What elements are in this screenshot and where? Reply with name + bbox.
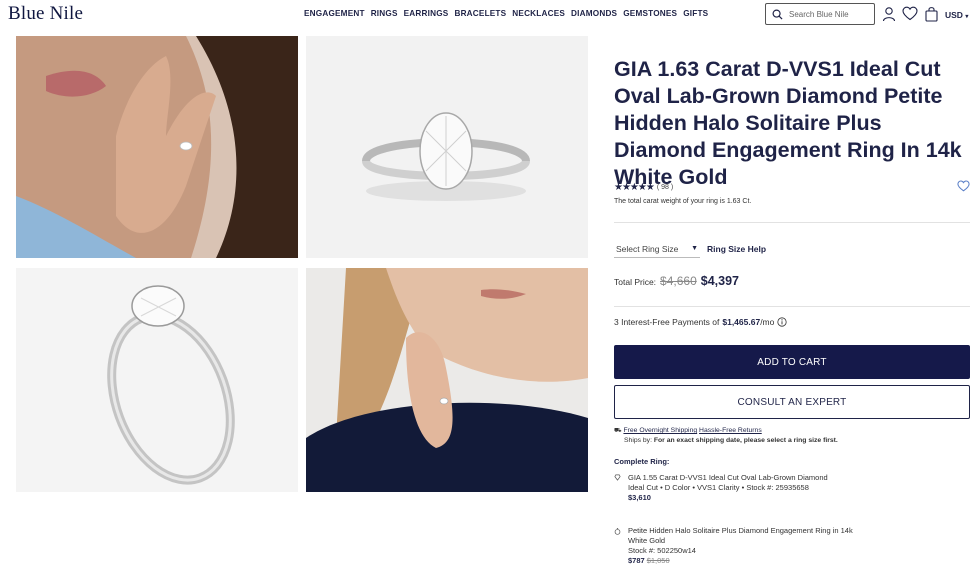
search-icon <box>772 9 783 20</box>
bag-icon[interactable] <box>925 6 938 22</box>
complete-ring-heading: Complete Ring: <box>614 457 670 466</box>
free-returns-link[interactable]: Hassle-Free Returns <box>699 427 762 434</box>
installment-info: 3 Interest-Free Payments of $1,465.67/mo <box>614 317 787 327</box>
complete-ring-item[interactable]: GIA 1.55 Carat D-VVS1 Ideal Cut Oval Lab… <box>614 473 848 503</box>
truck-icon: ⛟ <box>614 428 622 434</box>
carat-weight-note: The total carat weight of your ring is 1… <box>614 198 752 205</box>
original-price: $4,660 <box>660 274 697 288</box>
nav-necklaces[interactable]: NECKLACES <box>512 9 565 18</box>
installment-suffix: /mo <box>760 317 775 327</box>
diamond-icon <box>614 474 621 481</box>
chevron-down-icon: ▾ <box>965 14 969 20</box>
account-icon[interactable] <box>882 6 896 22</box>
shipping-info: ⛟ Free Overnight Shipping Hassle-Free Re… <box>614 426 838 445</box>
nav-bracelets[interactable]: BRACELETS <box>454 9 506 18</box>
ring-size-select[interactable]: Select Ring Size ▼ <box>614 240 700 258</box>
review-count[interactable]: ( 98 ) <box>657 184 673 191</box>
gallery-image-hand-on-face[interactable] <box>16 36 298 258</box>
ring-size-label: Select Ring Size <box>616 243 679 254</box>
caret-down-icon: ▼ <box>691 245 698 252</box>
divider <box>614 222 970 223</box>
nav-gemstones[interactable]: GEMSTONES <box>623 9 677 18</box>
heart-icon[interactable] <box>902 6 918 21</box>
currency-label: USD <box>945 10 963 20</box>
item-title[interactable]: Petite Hidden Halo Solitaire Plus Diamon… <box>628 526 858 546</box>
nav-diamonds[interactable]: DIAMONDS <box>571 9 617 18</box>
info-icon[interactable] <box>777 317 787 327</box>
ships-by-label: Ships by: <box>624 437 652 444</box>
ring-angle-illustration <box>107 285 235 485</box>
main-nav: ENGAGEMENT RINGS EARRINGS BRACELETS NECK… <box>304 9 708 18</box>
divider <box>614 306 970 307</box>
gallery-image-model-portrait[interactable] <box>306 268 588 492</box>
complete-ring-item[interactable]: Petite Hidden Halo Solitaire Plus Diamon… <box>614 526 858 566</box>
item-details: Stock #: 502250w14 <box>628 546 696 555</box>
rating[interactable]: ★★★★★ ( 98 ) <box>614 182 673 193</box>
product-title: GIA 1.63 Carat D-VVS1 Ideal Cut Oval Lab… <box>614 57 962 189</box>
rating-stars: ★★★★★ <box>614 182 655 193</box>
installment-amount: $1,465.67 <box>722 317 761 327</box>
total-price-label: Total Price: <box>614 277 657 287</box>
price-row: Total Price: $4,660 $4,397 <box>614 274 739 288</box>
site-header: Blue Nile ENGAGEMENT RINGS EARRINGS BRAC… <box>0 0 978 30</box>
item-price: $787 <box>628 556 645 565</box>
search-box[interactable] <box>765 3 875 25</box>
add-to-cart-button[interactable]: ADD TO CART <box>614 345 970 379</box>
consult-expert-button[interactable]: CONSULT AN EXPERT <box>614 385 970 419</box>
model-portrait-illustration <box>306 268 588 492</box>
nav-engagement[interactable]: ENGAGEMENT <box>304 9 365 18</box>
free-shipping-link[interactable]: Free Overnight Shipping <box>623 427 697 434</box>
ring-size-help-link[interactable]: Ring Size Help <box>707 244 766 254</box>
item-original-price: $1,050 <box>646 556 670 565</box>
blue-nile-logo[interactable]: Blue Nile <box>8 3 83 25</box>
gallery-image-ring-angle[interactable] <box>16 268 298 492</box>
wishlist-heart-icon[interactable] <box>957 180 970 192</box>
nav-earrings[interactable]: EARRINGS <box>404 9 449 18</box>
sale-price: $4,397 <box>700 274 739 288</box>
ships-by-note: For an exact shipping date, please selec… <box>653 437 838 444</box>
ring-icon <box>614 527 621 535</box>
hand-model-illustration <box>16 36 298 258</box>
nav-gifts[interactable]: GIFTS <box>683 9 708 18</box>
nav-rings[interactable]: RINGS <box>371 9 398 18</box>
item-title[interactable]: GIA 1.55 Carat D-VVS1 Ideal Cut Oval Lab… <box>628 473 848 483</box>
ring-side-illustration <box>362 112 530 201</box>
item-price: $3,610 <box>628 493 651 502</box>
currency-selector[interactable]: USD ▾ <box>945 10 968 20</box>
search-input[interactable] <box>789 9 869 19</box>
installment-prefix: 3 Interest-Free Payments of <box>614 317 720 327</box>
gallery-image-ring-side[interactable] <box>306 36 588 258</box>
item-details: Ideal Cut • D Color • VVS1 Clarity • Sto… <box>628 483 809 492</box>
